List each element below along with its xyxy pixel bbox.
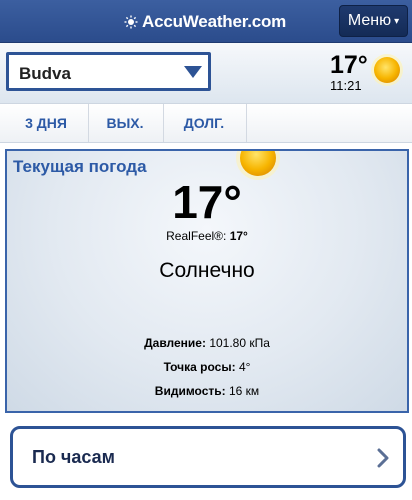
header-time: 11:21 [330,78,362,93]
visibility-row: Видимость: 16 км [7,384,407,398]
hourly-button[interactable]: По часам [10,426,406,488]
location-name: Budva [19,64,71,83]
accuweather-logo[interactable]: AccuWeather.com [124,12,286,32]
menu-label: Меню [347,12,392,29]
current-temperature: 17° [172,176,242,228]
chevron-down-icon: ▾ [394,15,400,27]
pressure-row: Давление: 101.80 кПа [7,336,407,350]
realfeel: RealFeel®: 17° [7,229,407,243]
tab-weekend[interactable]: ВЫХ. [89,104,161,142]
pressure-label: Давление: [144,336,206,350]
sun-icon [124,15,138,29]
menu-button[interactable]: Меню ▾ [339,5,408,37]
visibility-label: Видимость: [154,384,226,398]
tab-divider [246,104,247,142]
weather-condition: Солнечно [159,259,255,282]
current-weather-panel: Текущая погода 17° RealFeel®: 17° Солнеч… [5,149,409,413]
header-temperature: 17° [330,51,368,79]
realfeel-label: RealFeel®: [166,229,227,243]
dewpoint-label: Точка росы: [163,360,236,374]
forecast-tabs: 3 ДНЯ ВЫХ. ДОЛГ. [0,103,412,143]
location-bar: Budva 17° 11:21 [0,43,412,103]
app-header: AccuWeather.com Меню ▾ [0,0,412,43]
pressure-value: 101.80 кПа [209,336,270,350]
tab-long-range[interactable]: ДОЛГ. [164,104,244,142]
hourly-label: По часам [32,447,115,467]
dewpoint-row: Точка росы: 4° [7,360,407,374]
tab-3-days[interactable]: 3 ДНЯ [6,104,86,142]
dewpoint-value: 4° [238,360,251,374]
chevron-right-icon [377,448,389,468]
triangle-down-icon [184,66,202,78]
logo-text: AccuWeather.com [142,12,287,31]
visibility-value: 16 км [229,384,260,398]
sun-icon [371,54,403,86]
realfeel-value: 17° [229,229,248,243]
panel-title: Текущая погода [13,157,147,176]
location-select[interactable]: Budva [6,52,211,91]
